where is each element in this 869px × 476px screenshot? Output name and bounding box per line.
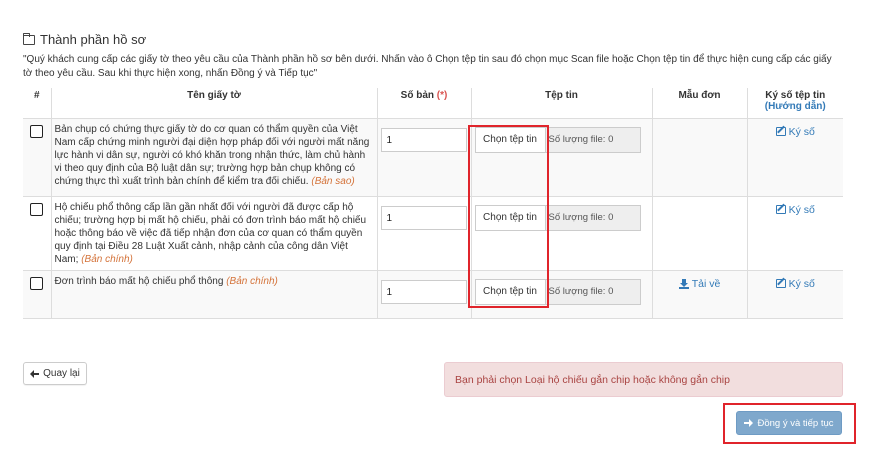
table-row: Đơn trình báo mất hộ chiếu phổ thông (Bả… (23, 269, 843, 319)
quantity-input[interactable]: 1 (380, 205, 467, 230)
instruction-text: "Quý khách cung cấp các giấy tờ theo yêu… (23, 54, 832, 79)
section-title: Thành phần hồ sơ (40, 32, 147, 47)
row-checkbox[interactable] (30, 124, 44, 138)
edit-icon (775, 127, 786, 136)
edit-icon (775, 279, 786, 288)
error-alert-text: Bạn phải chọn Loại hộ chiếu gắn chip hoặ… (455, 373, 730, 386)
documents-table: # Tên giấy tờ Số bản (*) Tệp tin Mẫu đơn… (23, 88, 843, 319)
agree-continue-label: Đồng ý và tiếp tục (757, 417, 834, 429)
table-row: Hộ chiếu phổ thông cấp lần gần nhất đối … (23, 195, 843, 270)
row-quantity-cell: 1 (376, 117, 471, 196)
sign-link[interactable]: Ký số (751, 278, 841, 290)
header-quantity-label: Số bản (400, 90, 434, 101)
row-checkbox[interactable] (30, 276, 44, 290)
file-count: Số lượng file: 0 (545, 204, 641, 231)
row-template-cell (651, 195, 747, 270)
document-type: (Bản chính) (81, 253, 133, 265)
row-file-cell: Chọn tệp tin Số lượng file: 0 (470, 195, 652, 270)
arrow-left-icon (30, 369, 40, 378)
row-sign-cell: Ký số (746, 195, 843, 270)
row-name-cell: Đơn trình báo mất hộ chiếu phổ thông (Bả… (50, 269, 377, 319)
row-checkbox-cell (23, 117, 51, 196)
document-type: (Bản sao) (311, 175, 355, 187)
download-link[interactable]: Tải về (656, 278, 744, 290)
next-button-highlight: Đồng ý và tiếp tục (723, 403, 856, 444)
row-quantity-cell: 1 (376, 195, 471, 270)
sign-link-label: Ký số (788, 125, 815, 138)
header-sign-label: Ký số tệp tin (765, 90, 826, 101)
table-header-row: # Tên giấy tờ Số bản (*) Tệp tin Mẫu đơn… (23, 88, 843, 118)
sign-link-label: Ký số (788, 203, 815, 216)
header-sign: Ký số tệp tin (Hướng dẫn) (746, 88, 843, 118)
choose-file-button[interactable]: Chọn tệp tin (474, 204, 546, 231)
header-name: Tên giấy tờ (50, 88, 377, 118)
row-name-cell: Bản chụp có chứng thực giấy tờ do cơ qua… (50, 117, 377, 196)
document-type: (Bản chính) (226, 275, 278, 287)
document-name: Đơn trình báo mất hộ chiếu phổ thông (54, 275, 224, 287)
row-file-cell: Chọn tệp tin Số lượng file: 0 (470, 269, 652, 319)
row-checkbox-cell (23, 269, 51, 319)
required-marker: (*) (436, 90, 448, 101)
choose-file-button[interactable]: Chọn tệp tin (474, 126, 546, 153)
sign-guide-link[interactable]: (Hướng dẫn) (751, 101, 841, 112)
back-button[interactable]: Quay lại (23, 362, 87, 385)
folder-icon (23, 33, 35, 45)
arrow-right-icon (744, 419, 754, 427)
back-button-label: Quay lại (43, 368, 80, 379)
row-name-cell: Hộ chiếu phổ thông cấp lần gần nhất đối … (50, 195, 377, 270)
quantity-input[interactable]: 1 (380, 127, 467, 152)
row-sign-cell: Ký số (746, 269, 843, 319)
section-header: Thành phần hồ sơ (23, 32, 146, 47)
header-index: # (33, 90, 40, 101)
row-file-cell: Chọn tệp tin Số lượng file: 0 (470, 117, 652, 196)
row-template-cell (651, 117, 747, 196)
file-count: Số lượng file: 0 (545, 126, 641, 153)
row-template-cell: Tải về (651, 269, 747, 319)
sign-link-label: Ký số (788, 277, 815, 290)
table-row: Bản chụp có chứng thực giấy tờ do cơ qua… (23, 117, 843, 196)
header-template: Mẫu đơn (651, 88, 747, 118)
download-link-label: Tải về (691, 277, 721, 290)
edit-icon (775, 205, 786, 214)
row-quantity-cell: 1 (376, 269, 471, 319)
row-sign-cell: Ký số (746, 117, 843, 196)
sign-link[interactable]: Ký số (751, 204, 841, 216)
error-alert: Bạn phải chọn Loại hộ chiếu gắn chip hoặ… (444, 362, 843, 397)
agree-continue-button[interactable]: Đồng ý và tiếp tục (736, 411, 842, 435)
choose-file-button[interactable]: Chọn tệp tin (474, 278, 546, 305)
row-checkbox-cell (23, 195, 51, 270)
row-checkbox[interactable] (30, 202, 44, 216)
sign-link[interactable]: Ký số (751, 126, 841, 138)
file-count: Số lượng file: 0 (545, 278, 641, 305)
quantity-input[interactable]: 1 (380, 279, 467, 304)
header-file: Tệp tin (470, 88, 652, 118)
header-quantity: Số bản (*) (376, 88, 471, 118)
download-icon (678, 278, 689, 289)
